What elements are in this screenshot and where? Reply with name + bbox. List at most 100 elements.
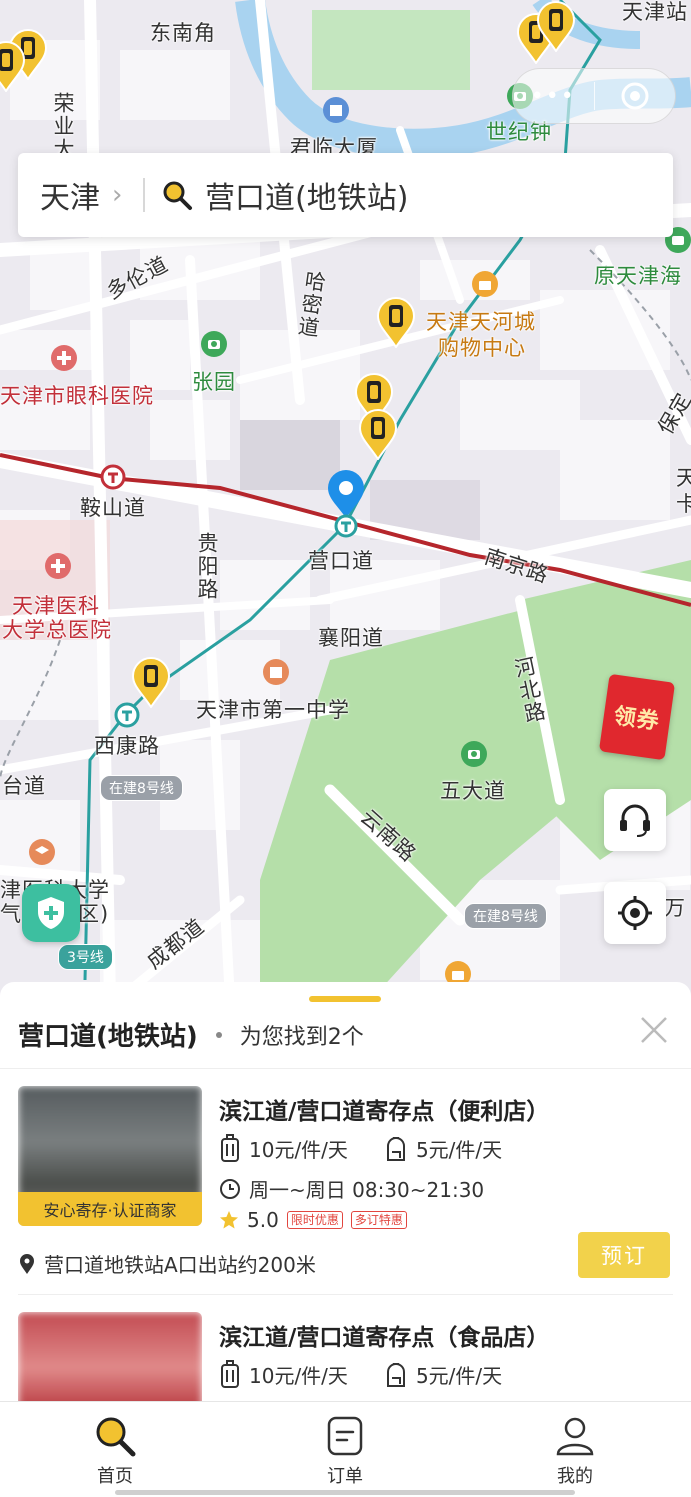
luggage-pin-icon[interactable] (358, 408, 398, 460)
map-label-first-middle: 天津市第一中学 (196, 698, 350, 722)
bag-price: 5元/件/天 (415, 1137, 503, 1162)
chevron-right-icon: › (112, 180, 123, 210)
headset-icon (620, 804, 650, 837)
map-label-xikang: 西康路 (94, 734, 160, 758)
line-tag-line3: 3号线 (58, 944, 113, 970)
map-label-eye-hospital: 天津市眼科医院 (0, 384, 154, 408)
locate-me-button[interactable] (604, 882, 666, 944)
hours-row: 周一~周日 08:30~21:30 (219, 1174, 484, 1203)
search-input[interactable]: 营口道(地铁站) (205, 173, 408, 217)
suitcase-icon (221, 1360, 239, 1388)
search-icon (96, 1417, 136, 1457)
tab-label: 我的 (557, 1466, 593, 1487)
tab-home[interactable]: 首页 (0, 1402, 230, 1497)
map-view[interactable]: 东南角 天津站 君临大厦 世纪钟 荣业大 多伦道 哈密道 天津天河城 购物中心 … (0, 0, 691, 1000)
search-divider (143, 178, 145, 212)
coupon-label: 领券 (612, 703, 662, 736)
map-label-guiyang: 贵阳路 (195, 532, 219, 601)
luggage-price: 10元/件/天 (249, 1137, 348, 1162)
order-icon (327, 1416, 363, 1456)
red-envelope-icon: 领券 (598, 673, 676, 761)
map-label-tianjinzhan: 天津站 (622, 0, 688, 24)
map-pin-icon (20, 1253, 34, 1274)
result-card[interactable]: 安心寄存·认证商家 滨江道/营口道寄存点（便利店） 10元/件/天 5元/件/天… (0, 1086, 691, 1296)
map-label-yuan-tianjin: 原天津海 (594, 264, 682, 288)
search-bar: 天津 › 营口道(地铁站) (18, 153, 673, 237)
divider (18, 1294, 673, 1295)
sheet-title: 营口道(地铁站) (18, 1022, 198, 1052)
school-poi-icon (263, 659, 289, 685)
building-poi-icon (323, 97, 349, 123)
school-poi-icon (29, 839, 55, 865)
rating-row: 5.0 限时优惠 多订特惠 (219, 1208, 407, 1232)
store-thumbnail (18, 1312, 202, 1402)
clock-icon (220, 1178, 240, 1199)
luggage-pin-icon[interactable] (536, 0, 576, 52)
hospital-poi-icon (51, 345, 77, 371)
separator-dot (215, 1031, 222, 1038)
opening-hours: 周一~周日 08:30~21:30 (249, 1178, 485, 1202)
map-label-wan: 万 (664, 896, 686, 920)
map-label-tianhe2: 购物中心 (438, 336, 526, 360)
coupon-button[interactable]: 领券 (598, 673, 676, 761)
close-icon[interactable] (636, 1012, 672, 1048)
line-tag-line8: 在建8号线 (464, 903, 547, 929)
backpack-icon (386, 1137, 405, 1161)
map-label-medical-univ3: 区) (78, 902, 110, 926)
result-card[interactable]: 滨江道/营口道寄存点（食品店） 10元/件/天 5元/件/天 (0, 1312, 691, 1402)
certified-badge: 安心寄存·认证商家 (18, 1192, 202, 1226)
scenic-poi-icon (461, 741, 487, 767)
scenic-poi-icon (201, 331, 227, 357)
sheet-header: 营口道(地铁站) 为您找到2个 (18, 1016, 364, 1053)
more-button[interactable]: ••• (513, 84, 594, 109)
book-button[interactable]: 预订 (578, 1232, 670, 1278)
tab-label: 订单 (327, 1466, 363, 1487)
city-selector[interactable]: 天津 › (18, 173, 143, 217)
profile-icon (556, 1417, 594, 1456)
store-thumbnail: 安心寄存·认证商家 (18, 1086, 202, 1226)
line-tag-line8: 在建8号线 (100, 775, 183, 801)
promo-tag: 限时优惠 (286, 1211, 343, 1229)
tab-label: 首页 (97, 1466, 133, 1487)
map-label-rongye: 荣业大 (51, 92, 75, 161)
insurance-button[interactable] (22, 884, 80, 942)
mini-program-capsule: ••• (512, 68, 676, 124)
divider (0, 1068, 691, 1069)
map-label-tian-k2: 卡 (676, 492, 691, 516)
luggage-price: 10元/件/天 (249, 1363, 348, 1388)
map-label-yingkou: 营口道 (308, 549, 374, 573)
map-label-taidao: 台道 (2, 774, 46, 798)
bag-price: 5元/件/天 (415, 1363, 503, 1388)
luggage-pin-icon[interactable] (0, 40, 26, 92)
tab-orders[interactable]: 订单 (230, 1402, 460, 1497)
result-count: 为您找到2个 (239, 1024, 364, 1050)
map-label-wudadao: 五大道 (440, 779, 506, 803)
target-icon (621, 82, 649, 110)
suitcase-icon (221, 1134, 239, 1162)
search-icon (163, 181, 192, 210)
city-name: 天津 (40, 181, 100, 216)
location-text: 营口道地铁站A口出站约200米 (44, 1253, 316, 1277)
map-label-dongnanjiao: 东南角 (150, 21, 216, 45)
luggage-pin-icon[interactable] (131, 656, 171, 708)
sheet-drag-handle[interactable] (309, 996, 381, 1002)
shield-icon (38, 897, 64, 929)
customer-service-button[interactable] (604, 789, 666, 851)
map-label-xiangyang: 襄阳道 (318, 626, 384, 650)
map-label-anshan: 鞍山道 (80, 496, 146, 520)
tab-profile[interactable]: 我的 (460, 1402, 690, 1497)
star-icon (220, 1211, 238, 1229)
price-row: 10元/件/天 5元/件/天 (219, 1359, 502, 1389)
metro-station-icon (100, 464, 126, 490)
promo-tag: 多订特惠 (350, 1211, 407, 1229)
backpack-icon (386, 1363, 405, 1387)
price-row: 10元/件/天 5元/件/天 (219, 1133, 502, 1163)
map-label-general-hosp2: 大学总医院 (2, 618, 112, 642)
store-title: 滨江道/营口道寄存点（食品店） (219, 1325, 550, 1351)
luggage-pin-icon[interactable] (376, 296, 416, 348)
home-indicator (115, 1490, 575, 1495)
close-program-button[interactable] (595, 81, 676, 111)
location-row: 营口道地铁站A口出站约200米 (18, 1249, 316, 1278)
shopping-poi-icon (472, 271, 498, 297)
rating-value: 5.0 (247, 1208, 279, 1232)
